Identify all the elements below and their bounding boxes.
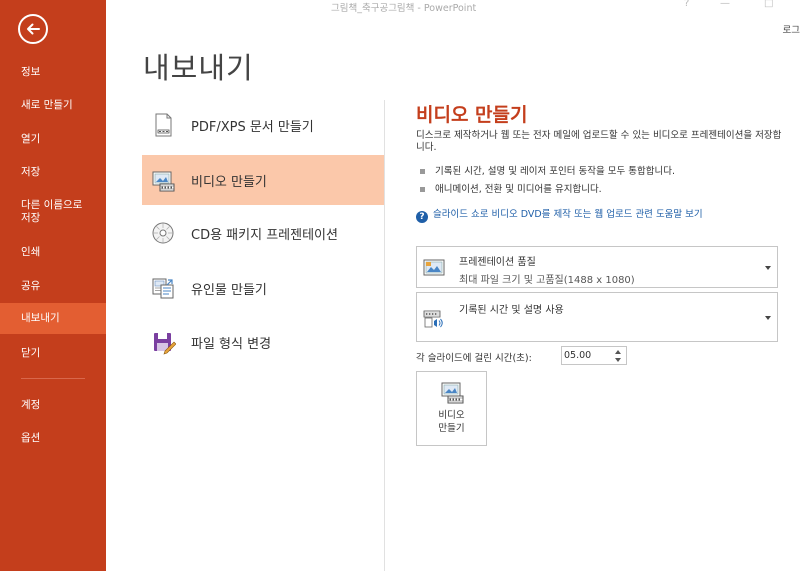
presentation-quality-icon <box>423 259 445 276</box>
option-label: PDF/XPS 문서 만들기 <box>191 119 314 135</box>
back-button[interactable] <box>18 14 48 44</box>
option-label: CD용 패키지 프레젠테이션 <box>191 227 338 243</box>
seconds-per-slide-label: 각 슬라이드에 걸린 시간(초): <box>416 353 532 364</box>
minimize-button[interactable]: — <box>720 0 730 9</box>
sidebar-item-share[interactable]: 공유 <box>0 280 106 293</box>
option-label: 유인물 만들기 <box>191 282 267 298</box>
seconds-per-slide-input[interactable] <box>564 349 610 362</box>
quality-dropdown-detail: 최대 파일 크기 및 고품질(1488 x 1080) <box>459 275 635 286</box>
create-video-button-label: 비디오 만들기 <box>438 410 465 434</box>
sidebar-item-open[interactable]: 열기 <box>0 133 106 146</box>
cd-package-icon <box>152 222 174 244</box>
chevron-down-icon <box>765 266 771 270</box>
bullet-text: 애니메이션, 전환 및 미디어를 유지합니다. <box>435 184 602 195</box>
timing-narration-icon <box>423 310 443 328</box>
bullet-item: 애니메이션, 전환 및 미디어를 유지합니다. <box>416 181 602 195</box>
option-package-cd[interactable]: CD용 패키지 프레젠테이션 <box>142 208 384 258</box>
quality-dropdown[interactable]: 프레젠테이션 품질 최대 파일 크기 및 고품질(1488 x 1080) <box>416 246 778 288</box>
sidebar-item-info[interactable]: 정보 <box>0 66 106 79</box>
sidebar-item-account[interactable]: 계정 <box>0 399 106 412</box>
timing-dropdown-value: 기록된 시간 및 설명 사용 <box>459 305 564 316</box>
change-file-type-icon <box>154 333 176 355</box>
bullet-square-icon <box>420 168 425 174</box>
window-title: 그림책_축구공그림책 - PowerPoint <box>331 3 477 14</box>
sidebar-item-close[interactable]: 닫기 <box>0 347 106 360</box>
panel-title: 비디오 만들기 <box>416 104 528 126</box>
spin-down-icon[interactable] <box>615 358 621 362</box>
create-video-button[interactable]: 비디오 만들기 <box>416 371 487 446</box>
help-button[interactable]: ? <box>684 0 689 9</box>
bullet-item: 기록된 시간, 설명 및 레이저 포인터 동작을 모두 통합합니다. <box>416 163 675 177</box>
help-question-icon: ? <box>416 211 428 223</box>
bullet-square-icon <box>420 186 425 192</box>
video-help-link[interactable]: ? 슬라이드 쇼로 비디오 DVD를 제작 또는 웹 업로드 관련 도움말 보기 <box>416 206 703 223</box>
back-arrow-icon <box>27 23 40 35</box>
chevron-down-icon <box>765 316 771 320</box>
sidebar-item-options[interactable]: 옵션 <box>0 432 106 445</box>
quality-dropdown-value: 프레젠테이션 품질 <box>459 257 536 268</box>
sidebar-divider <box>21 378 85 379</box>
create-video-icon <box>441 382 464 404</box>
help-link-text: 슬라이드 쇼로 비디오 DVD를 제작 또는 웹 업로드 관련 도움말 보기 <box>433 209 703 220</box>
option-label: 파일 형식 변경 <box>191 336 272 352</box>
backstage-view: 정보 새로 만들기 열기 저장 다른 이름으로 저장 인쇄 공유 내보내기 닫기… <box>0 0 800 571</box>
panel-description: 디스크로 제작하거나 웹 또는 전자 메일에 업로드할 수 있는 비디오로 프레… <box>416 130 782 153</box>
seconds-per-slide-spinner[interactable] <box>561 346 627 365</box>
option-label: 비디오 만들기 <box>191 174 267 190</box>
bullet-text: 기록된 시간, 설명 및 레이저 포인터 동작을 모두 통합합니다. <box>435 166 675 177</box>
maximize-button[interactable]: □ <box>764 0 773 9</box>
option-create-pdf-xps[interactable]: PDF/XPS 문서 만들기 <box>142 100 384 150</box>
option-change-file-type[interactable]: 파일 형식 변경 <box>142 317 384 367</box>
sidebar-item-export[interactable]: 내보내기 <box>0 303 106 334</box>
sidebar: 정보 새로 만들기 열기 저장 다른 이름으로 저장 인쇄 공유 내보내기 닫기… <box>0 0 106 571</box>
panel-divider <box>384 100 385 571</box>
option-create-handouts[interactable]: 유인물 만들기 <box>142 263 384 313</box>
page-title: 내보내기 <box>143 51 254 85</box>
option-create-video[interactable]: 비디오 만들기 <box>142 155 384 205</box>
spin-up-icon[interactable] <box>615 350 621 354</box>
sidebar-item-save[interactable]: 저장 <box>0 166 106 179</box>
pdf-document-icon <box>155 113 172 137</box>
signin-link[interactable]: 로그 <box>783 22 800 36</box>
timing-dropdown[interactable]: 기록된 시간 및 설명 사용 <box>416 292 778 342</box>
handout-icon <box>152 278 174 299</box>
title-bar: 그림책_축구공그림책 - PowerPoint ? — □ <box>106 0 800 14</box>
sidebar-item-new[interactable]: 새로 만들기 <box>0 99 106 112</box>
sidebar-item-print[interactable]: 인쇄 <box>0 246 106 259</box>
sidebar-item-save-as[interactable]: 다른 이름으로 저장 <box>0 199 106 225</box>
video-icon <box>152 171 175 192</box>
